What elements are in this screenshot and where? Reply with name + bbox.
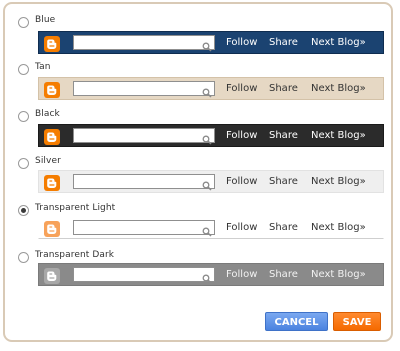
navbar-preview-black: Follow Share Next Blog»: [38, 124, 384, 147]
save-button[interactable]: SAVE: [333, 312, 381, 331]
blogger-logo-icon[interactable]: [44, 268, 60, 284]
follow-link[interactable]: Follow: [226, 176, 257, 187]
share-link[interactable]: Share: [269, 37, 298, 48]
search-input[interactable]: [73, 81, 215, 96]
next-blog-link[interactable]: Next Blog»: [311, 176, 366, 187]
next-blog-link[interactable]: Next Blog»: [311, 83, 366, 94]
search-icon[interactable]: [202, 37, 212, 52]
option-label[interactable]: Transparent Dark: [35, 250, 114, 260]
search-icon[interactable]: [202, 269, 212, 284]
share-link[interactable]: Share: [269, 83, 298, 94]
next-blog-link[interactable]: Next Blog»: [311, 130, 366, 141]
navbar-preview-silver: Follow Share Next Blog»: [38, 170, 384, 193]
radio-blue[interactable]: [18, 17, 29, 28]
search-input[interactable]: [73, 128, 215, 143]
blogger-logo-icon[interactable]: [44, 221, 60, 237]
search-input[interactable]: [73, 174, 215, 189]
cancel-button[interactable]: CANCEL: [265, 312, 328, 331]
option-label[interactable]: Tan: [35, 62, 51, 72]
option-label[interactable]: Transparent Light: [35, 203, 115, 213]
radio-transparent-light[interactable]: [18, 205, 29, 216]
blogger-logo-icon[interactable]: [44, 36, 60, 52]
search-icon[interactable]: [202, 222, 212, 237]
follow-link[interactable]: Follow: [226, 83, 257, 94]
navbar-preview-tan: Follow Share Next Blog»: [38, 77, 384, 100]
blogger-logo-icon[interactable]: [44, 175, 60, 191]
radio-black[interactable]: [18, 111, 29, 122]
follow-link[interactable]: Follow: [226, 269, 257, 280]
follow-link[interactable]: Follow: [226, 37, 257, 48]
next-blog-link[interactable]: Next Blog»: [311, 222, 366, 233]
follow-link[interactable]: Follow: [226, 130, 257, 141]
search-input[interactable]: [73, 220, 215, 235]
share-link[interactable]: Share: [269, 176, 298, 187]
share-link[interactable]: Share: [269, 269, 298, 280]
search-input[interactable]: [73, 267, 215, 282]
search-icon[interactable]: [202, 83, 212, 98]
share-link[interactable]: Share: [269, 222, 298, 233]
search-input[interactable]: [73, 35, 215, 50]
radio-silver[interactable]: [18, 158, 29, 169]
navbar-preview-transparent-dark: Follow Share Next Blog»: [38, 263, 384, 286]
navbar-preview-transparent-light: Follow Share Next Blog»: [38, 216, 384, 239]
navbar-preview-blue: Follow Share Next Blog»: [38, 31, 384, 54]
search-icon[interactable]: [202, 176, 212, 191]
option-label[interactable]: Silver: [35, 156, 61, 166]
share-link[interactable]: Share: [269, 130, 298, 141]
radio-transparent-dark[interactable]: [18, 252, 29, 263]
option-label[interactable]: Blue: [35, 15, 55, 25]
search-icon[interactable]: [202, 130, 212, 145]
radio-tan[interactable]: [18, 64, 29, 75]
blogger-logo-icon[interactable]: [44, 129, 60, 145]
blogger-logo-icon[interactable]: [44, 82, 60, 98]
option-label[interactable]: Black: [35, 109, 60, 119]
next-blog-link[interactable]: Next Blog»: [311, 269, 366, 280]
next-blog-link[interactable]: Next Blog»: [311, 37, 366, 48]
follow-link[interactable]: Follow: [226, 222, 257, 233]
